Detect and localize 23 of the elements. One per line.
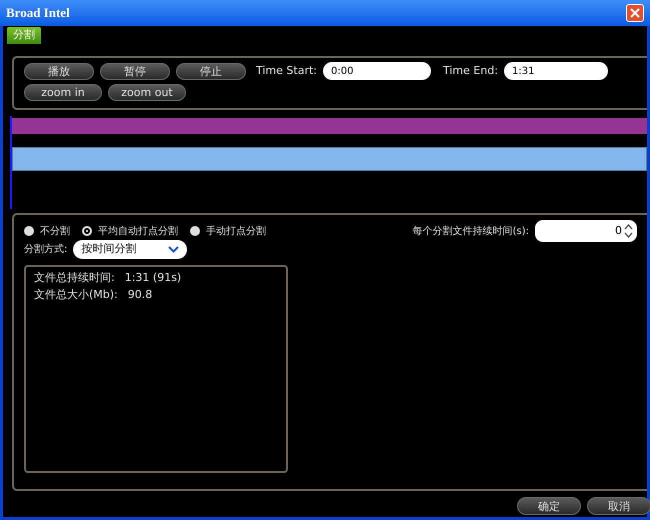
duration-spinbox[interactable]: 0 — [535, 220, 637, 242]
info-label: 文件总持续时间: — [34, 270, 115, 286]
dialog-button[interactable]: 确定 — [517, 497, 581, 515]
time-end-field[interactable]: 1:31 — [504, 62, 608, 80]
window-title: Broad Intel — [6, 4, 70, 22]
time-start-label: Time Start: — [256, 62, 317, 79]
time-start-field[interactable]: 0:00 — [323, 62, 431, 80]
radio-label: 平均自动打点分割 — [98, 224, 178, 238]
radio-label: 不分割 — [40, 224, 70, 238]
info-value: 90.8 — [128, 286, 152, 302]
split-method-dropdown[interactable]: 按时间分割 — [73, 240, 188, 259]
split-method-label: 分割方式: — [24, 242, 68, 257]
info-label: 文件总大小(Mb): — [34, 286, 118, 302]
playback-button[interactable]: 停止 — [176, 62, 246, 80]
playback-button[interactable]: 播放 — [24, 62, 94, 80]
zoom-button[interactable]: zoom out — [108, 84, 186, 101]
dialog-button[interactable]: 取消 — [587, 497, 650, 515]
zoom-button[interactable]: zoom in — [24, 84, 102, 101]
time-end-label: Time End: — [443, 62, 498, 79]
info-value: 1:31 (91s) — [124, 270, 182, 286]
duration-label: 每个分割文件持续时间(s): — [412, 224, 529, 238]
radio-label: 手动打点分割 — [206, 224, 266, 238]
playback-button[interactable]: 暂停 — [100, 62, 170, 80]
